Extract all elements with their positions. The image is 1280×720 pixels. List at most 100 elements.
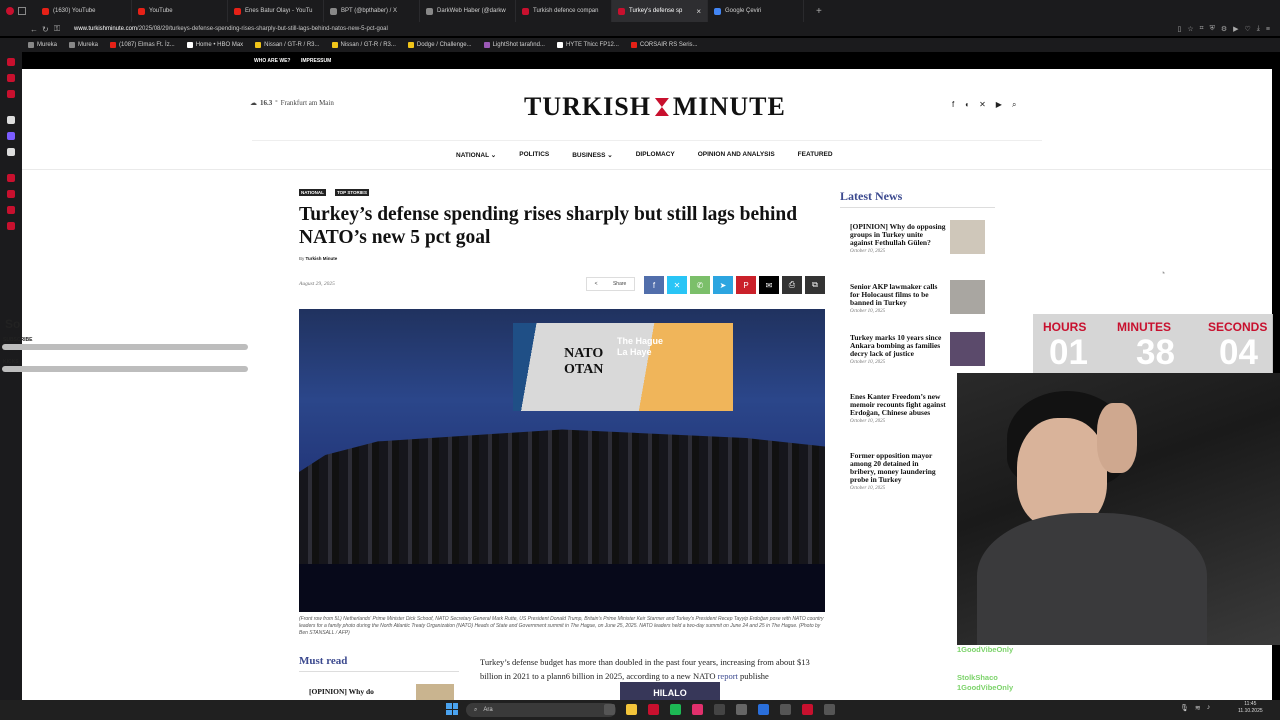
sidebar-app-icon[interactable]	[7, 222, 15, 230]
whatsapp-icon[interactable]: ✆	[690, 276, 710, 294]
bookmark-item[interactable]: HYTE Thicc FP12...	[556, 42, 619, 48]
wifi-icon[interactable]: ≋	[1195, 704, 1201, 712]
taskbar-app-icon[interactable]	[736, 704, 747, 715]
tab-grid-icon[interactable]	[18, 7, 26, 15]
url-field[interactable]: www.turkishminute.com/2025/08/29/turkeys…	[74, 26, 388, 32]
facebook-icon[interactable]: f	[644, 276, 664, 294]
browser-tab[interactable]: Turkey's defense sp ×	[612, 0, 708, 22]
x-icon[interactable]: ✕	[667, 276, 687, 294]
heart-icon[interactable]: ♡	[1245, 25, 1251, 33]
category-tag[interactable]: NATIONAL	[299, 189, 326, 196]
nav-politics[interactable]: POLITICS	[519, 151, 549, 159]
latest-thumb[interactable]	[950, 280, 985, 314]
bookmark-item[interactable]: Nissan / GT-R / R3...	[331, 42, 396, 48]
instagram-icon[interactable]	[692, 704, 703, 715]
back-icon[interactable]: ←	[30, 25, 42, 34]
browser-tab[interactable]: Enes Batur Olayı - YouTu	[228, 0, 324, 22]
pinterest-icon[interactable]: P	[736, 276, 756, 294]
menu-icon[interactable]: ≡	[1266, 26, 1270, 33]
bookmark-item[interactable]: (1087) Elmas Ft. İz...	[110, 42, 175, 48]
browser-tab[interactable]: YouTube	[132, 0, 228, 22]
bookmark-item[interactable]: CORSAIR RS Seris...	[630, 42, 698, 48]
bookmark-item[interactable]: Dodge / Challenge...	[407, 42, 472, 48]
report-link[interactable]: report	[718, 671, 738, 681]
youtube-icon[interactable]: ▶	[996, 100, 1002, 110]
volume-icon[interactable]: ♪	[1207, 704, 1211, 712]
file-explorer-icon[interactable]	[626, 704, 637, 715]
sidebar-app-icon[interactable]	[7, 132, 15, 140]
browser-tab[interactable]: (1630) YouTube	[36, 0, 132, 22]
settings-icon[interactable]: ⚙	[1221, 25, 1227, 33]
browser-tab[interactable]: Google Çeviri	[708, 0, 804, 22]
reload-icon[interactable]: ↻	[42, 25, 54, 34]
latest-item[interactable]: Turkey marks 10 years since Ankara bombi…	[850, 334, 946, 366]
taskbar-app-icon[interactable]	[780, 704, 791, 715]
email-icon[interactable]: ✉	[759, 276, 779, 294]
patreon-icon[interactable]: ◖	[964, 100, 969, 110]
sidebar-app-icon[interactable]	[7, 74, 15, 82]
sidebar-app-icon[interactable]	[7, 174, 15, 182]
who-are-we-link[interactable]: WHO ARE WE?	[254, 58, 290, 64]
shield-icon[interactable]: ⛨	[1210, 25, 1215, 33]
bookmark-item[interactable]: Mureka	[28, 42, 57, 48]
x-icon[interactable]: ✕	[979, 100, 986, 110]
bookmark-item[interactable]: LightShot tarafınd...	[483, 42, 545, 48]
search-icon[interactable]: ⌕	[1012, 100, 1016, 110]
sidebar-app-icon[interactable]	[7, 116, 15, 124]
impressum-link[interactable]: IMPRESSUM	[301, 58, 331, 64]
bookmark-item[interactable]: Nissan / GT-R / R3...	[255, 42, 320, 48]
sidebar-app-icon[interactable]	[7, 58, 15, 66]
sidebar-app-icon[interactable]	[7, 190, 15, 198]
must-read-thumb[interactable]	[416, 684, 454, 700]
latest-item[interactable]: Senior AKP lawmaker calls for Holocaust …	[850, 283, 946, 315]
nav-featured[interactable]: FEATURED	[798, 151, 833, 159]
taskbar-search[interactable]: ⌕ Ara	[466, 703, 616, 717]
sidebar-toggle-icon[interactable]: ▯	[1178, 25, 1182, 33]
latest-item[interactable]: Enes Kanter Freedom’s new memoir recount…	[850, 393, 946, 425]
print-icon[interactable]: ⎙	[782, 276, 802, 294]
screenshot-icon[interactable]: ⌗	[1200, 25, 1204, 33]
lock-icon[interactable]: ⚿	[54, 24, 66, 34]
latest-thumb[interactable]	[950, 332, 985, 366]
bookmark-icon[interactable]: ☆	[1187, 25, 1193, 33]
sidebar-app-icon[interactable]	[7, 206, 15, 214]
browser-logo-icon[interactable]	[6, 7, 14, 15]
bookmark-item[interactable]: Home • HBO Max	[186, 42, 243, 48]
latest-item[interactable]: [OPINION] Why do opposing groups in Turk…	[850, 223, 946, 255]
browser-taskbar-icon[interactable]	[648, 704, 659, 715]
browser-tab[interactable]: DarkWeb Haber (@darkw	[420, 0, 516, 22]
taskbar-app-icon[interactable]	[802, 704, 813, 715]
spotify-icon[interactable]	[670, 704, 681, 715]
bookmark-item[interactable]: Mureka	[69, 42, 98, 48]
copy-link-icon[interactable]: ⧉	[805, 276, 825, 294]
site-logo[interactable]: TURKISH MINUTE	[524, 92, 786, 122]
facebook-icon[interactable]: f	[952, 100, 954, 110]
nav-national[interactable]: NATIONAL ⌄	[456, 151, 496, 159]
taskbar-app-icon[interactable]	[714, 704, 725, 715]
sidebar-app-icon[interactable]	[7, 90, 15, 98]
telegram-icon[interactable]: ➤	[713, 276, 733, 294]
latest-item[interactable]: Former opposition mayor among 20 detaine…	[850, 452, 946, 492]
taskbar-app-icon[interactable]	[758, 704, 769, 715]
nav-diplomacy[interactable]: DIPLOMACY	[636, 151, 675, 159]
taskbar-app-icon[interactable]	[604, 704, 615, 715]
download-icon[interactable]: ⤓	[1257, 25, 1260, 33]
nav-business[interactable]: BUSINESS ⌄	[572, 151, 613, 159]
mic-icon[interactable]: 🎙	[1180, 704, 1189, 712]
browser-tab[interactable]: BPT (@bpthaber) / X	[324, 0, 420, 22]
latest-thumb[interactable]	[950, 220, 985, 254]
must-read-item[interactable]: [OPINION] Why do	[309, 687, 374, 696]
browser-tab[interactable]: Turkish defence compan	[516, 0, 612, 22]
close-tab-icon[interactable]: ×	[696, 7, 701, 16]
taskbar-app-icon[interactable]	[824, 704, 835, 715]
new-tab-button[interactable]: +	[816, 6, 822, 17]
category-tag[interactable]: TOP STORIES	[335, 189, 370, 196]
author-link[interactable]: Turkish Minute	[306, 256, 338, 261]
share-button[interactable]: < Share	[586, 277, 635, 291]
nav-opinion[interactable]: OPINION AND ANALYSIS	[698, 151, 775, 159]
x-icon[interactable]	[7, 148, 15, 156]
windows-start-icon[interactable]	[446, 703, 458, 715]
play-icon[interactable]: ▶	[1233, 25, 1238, 33]
taskbar-clock[interactable]: 11:45 11.10.2025	[1238, 701, 1263, 715]
cloud-icon: ☁	[250, 99, 257, 107]
